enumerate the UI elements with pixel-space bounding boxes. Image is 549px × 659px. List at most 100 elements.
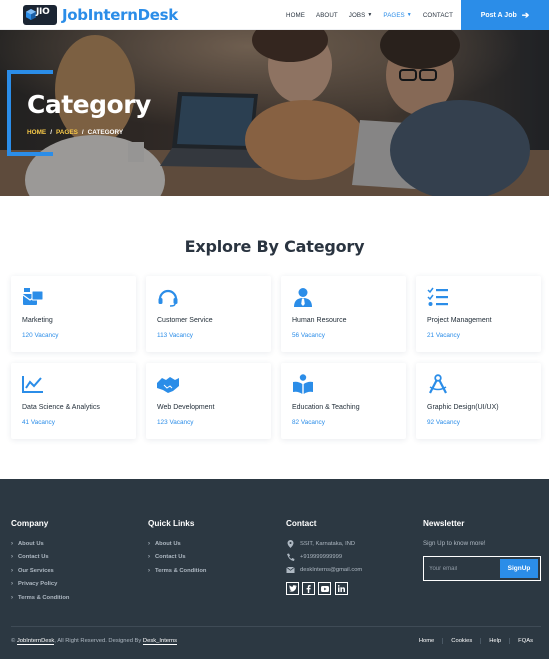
copyright: © JobInternDesk, All Right Reserved. Des… xyxy=(11,638,178,645)
linkedin-icon xyxy=(338,585,345,592)
post-job-button[interactable]: Post A Job ➔ xyxy=(461,0,549,30)
user-tie-icon xyxy=(294,288,312,307)
footer-bottom-link-help[interactable]: Help xyxy=(480,638,509,644)
twitter-icon xyxy=(288,585,297,592)
footer-link-terms[interactable]: › Terms & Condition xyxy=(11,595,69,601)
footer-link-label: Privacy Policy xyxy=(18,581,58,587)
footer-link-label: Terms & Condition xyxy=(155,568,207,574)
nav-item-label: HOME xyxy=(286,11,305,19)
category-card-graphic-design[interactable]: Graphic Design(UI/UX) 92 Vacancy xyxy=(416,363,541,439)
footer-link-label: Our Services xyxy=(18,568,54,574)
footer-quick-link-about-us[interactable]: › About Us xyxy=(148,541,181,547)
post-job-label: Post A Job xyxy=(480,11,517,19)
breadcrumb-home[interactable]: HOME xyxy=(27,129,46,136)
nav-item-pages[interactable]: PAGES ▼ xyxy=(383,12,411,19)
footer-quick-link-terms[interactable]: › Terms & Condition xyxy=(148,568,206,574)
hero-banner: Category HOME / PAGES / CATEGORY xyxy=(0,30,549,196)
nav-item-label: PAGES xyxy=(383,11,405,19)
category-count: 123 Vacancy xyxy=(157,419,194,426)
category-count: 21 Vacancy xyxy=(427,332,460,339)
footer-company-title: Company xyxy=(11,519,49,528)
nav-item-about[interactable]: ABOUT xyxy=(316,12,338,19)
chevron-right-icon: › xyxy=(148,541,150,547)
nav-item-home[interactable]: HOME xyxy=(286,12,305,19)
newsletter-signup-button[interactable]: SignUp xyxy=(500,559,538,578)
envelope-open-icon xyxy=(22,288,44,305)
nav-item-jobs[interactable]: JOBS ▼ xyxy=(349,12,373,19)
brand-logo-icon: JIO xyxy=(23,4,57,25)
category-name: Education & Teaching xyxy=(292,404,360,411)
facebook-button[interactable] xyxy=(302,582,315,595)
footer-divider xyxy=(11,626,541,627)
arrow-right-icon: ➔ xyxy=(521,9,530,20)
footer-bottom-link-home[interactable]: Home xyxy=(411,638,442,644)
footer-email: deskInterns@gmail.com xyxy=(286,566,362,574)
footer-link-about-us[interactable]: › About Us xyxy=(11,541,44,547)
footer-bottom-link-fqas[interactable]: FQAs xyxy=(509,638,541,644)
linkedin-button[interactable] xyxy=(335,582,348,595)
category-count: 113 Vacancy xyxy=(157,332,193,339)
footer-phone-text: +919999999999 xyxy=(300,554,343,560)
section-title: Explore By Category xyxy=(184,237,365,256)
category-name: Customer Service xyxy=(157,317,213,324)
footer-link-label: Contact Us xyxy=(18,554,49,560)
footer-phone: +919999999999 xyxy=(286,553,342,561)
breadcrumb-separator: / xyxy=(50,129,52,136)
category-card-human-resource[interactable]: Human Resource 56 Vacancy xyxy=(281,276,406,352)
book-reader-icon xyxy=(293,374,313,394)
footer-bottom-link-cookies[interactable]: Cookies xyxy=(442,638,480,644)
footer-quick-link-contact-us[interactable]: › Contact Us xyxy=(148,554,186,560)
footer-bottom-links: Home Cookies Help FQAs xyxy=(411,638,541,644)
footer-link-privacy-policy[interactable]: › Privacy Policy xyxy=(11,581,57,587)
category-card-customer-service[interactable]: Customer Service 113 Vacancy xyxy=(146,276,271,352)
footer-email-text: deskInterns@gmail.com xyxy=(300,567,363,573)
copyright-designer-link[interactable]: Desk_Interns xyxy=(142,638,178,645)
footer-link-label: About Us xyxy=(155,541,181,547)
category-count: 92 Vacancy xyxy=(427,419,460,426)
footer-link-our-services[interactable]: › Our Services xyxy=(11,568,54,574)
footer-newsletter-title: Newsletter xyxy=(423,519,465,528)
newsletter-email-input[interactable] xyxy=(429,561,501,576)
nav-item-contact[interactable]: CONTACT xyxy=(423,12,453,19)
category-card-education[interactable]: Education & Teaching 82 Vacancy xyxy=(281,363,406,439)
category-name: Project Management xyxy=(427,317,492,324)
category-name: Human Resource xyxy=(292,317,347,324)
brand-logo-link[interactable]: JIO JobInternDesk xyxy=(23,0,178,30)
footer-link-contact-us[interactable]: › Contact Us xyxy=(11,554,49,560)
category-count: 82 Vacancy xyxy=(292,419,325,426)
footer-address: SSIT, Karnataka, IND xyxy=(286,540,355,548)
category-card-project-management[interactable]: Project Management 21 Vacancy xyxy=(416,276,541,352)
twitter-button[interactable] xyxy=(286,582,299,595)
envelope-icon xyxy=(286,566,295,573)
category-card-data-science[interactable]: Data Science & Analytics 41 Vacancy xyxy=(11,363,136,439)
chart-line-icon xyxy=(22,376,43,393)
copyright-brand-link[interactable]: JobInternDesk xyxy=(16,638,55,645)
footer-quick-links-title: Quick Links xyxy=(148,519,195,528)
breadcrumb: HOME / PAGES / CATEGORY xyxy=(27,129,123,136)
chevron-down-icon: ▼ xyxy=(406,12,412,18)
category-count: 56 Vacancy xyxy=(292,332,325,339)
chevron-right-icon: › xyxy=(11,554,13,560)
breadcrumb-pages[interactable]: PAGES xyxy=(56,129,78,136)
copyright-text: , All Right Reserved. Designed By xyxy=(54,638,142,644)
youtube-button[interactable] xyxy=(318,582,331,595)
footer-link-label: Terms & Condition xyxy=(18,595,70,601)
drafting-compass-icon xyxy=(429,374,447,394)
chevron-right-icon: › xyxy=(148,568,150,574)
category-name: Web Development xyxy=(157,404,215,411)
category-card-web-development[interactable]: Web Development 123 Vacancy xyxy=(146,363,271,439)
headset-icon xyxy=(158,289,178,307)
top-navbar: JIO JobInternDesk HOME ABOUT JOBS ▼ PAGES… xyxy=(0,0,549,30)
map-marker-icon xyxy=(287,540,294,548)
brand-name: JobInternDesk xyxy=(62,5,178,24)
footer-contact-title: Contact xyxy=(286,519,317,528)
chevron-right-icon: › xyxy=(11,568,13,574)
chevron-right-icon: › xyxy=(11,595,13,601)
footer-address-text: SSIT, Karnataka, IND xyxy=(300,541,356,547)
category-count: 120 Vacancy xyxy=(22,332,59,339)
category-name: Graphic Design(UI/UX) xyxy=(427,404,499,411)
tasks-icon xyxy=(427,287,448,306)
chevron-down-icon: ▼ xyxy=(367,12,373,18)
category-card-marketing[interactable]: Marketing 120 Vacancy xyxy=(11,276,136,352)
category-name: Data Science & Analytics xyxy=(22,404,100,411)
